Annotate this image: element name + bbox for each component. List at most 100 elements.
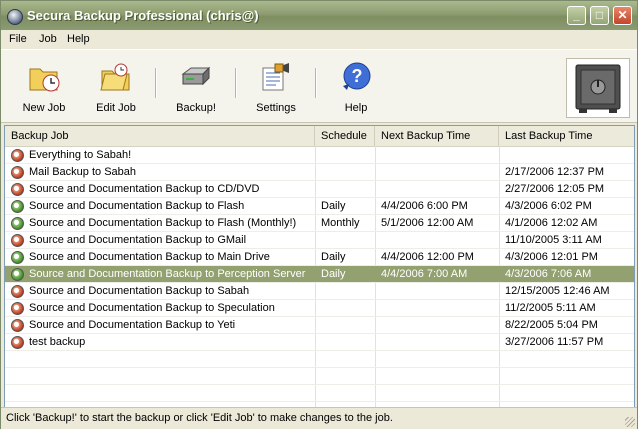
cell-schedule <box>321 317 373 334</box>
grid-line <box>5 299 634 300</box>
cell-last: 2/27/2006 12:05 PM <box>505 183 605 195</box>
minimize-button[interactable]: _ <box>567 6 586 25</box>
cell-schedule <box>321 283 373 300</box>
settings-button[interactable]: Settings <box>247 54 305 118</box>
job-status-icon <box>11 336 24 349</box>
table-row[interactable]: Mail Backup to Sabah 2/17/2006 12:37 PM <box>5 164 634 181</box>
table-row[interactable]: Source and Documentation Backup to Perce… <box>5 266 634 283</box>
title-bar[interactable]: Secura Backup Professional (chris@) _ □ … <box>1 1 637 30</box>
cell-job: Source and Documentation Backup to Yeti <box>29 319 236 331</box>
grid-line <box>5 214 634 215</box>
cell-schedule <box>321 147 373 164</box>
window-title: Secura Backup Professional (chris@) <box>27 8 259 23</box>
maximize-button[interactable]: □ <box>590 6 609 25</box>
grid-line <box>5 180 634 181</box>
table-row[interactable]: Source and Documentation Backup to GMail… <box>5 232 634 249</box>
close-button[interactable]: ✕ <box>613 6 632 25</box>
grid-line <box>5 401 634 402</box>
grid-line <box>5 197 634 198</box>
cell-job: Source and Documentation Backup to Sabah <box>29 285 250 297</box>
backup-job-list[interactable]: Backup Job Schedule Next Backup Time Las… <box>4 125 635 408</box>
cell-job: Everything to Sabah! <box>29 149 132 161</box>
cell-schedule: Daily <box>321 268 346 280</box>
help-button[interactable]: ? Help <box>327 54 385 118</box>
toolbar-separator <box>155 68 157 98</box>
cell-schedule <box>321 334 373 351</box>
table-row[interactable]: Source and Documentation Backup to Flash… <box>5 215 634 232</box>
cell-schedule <box>321 232 373 249</box>
table-row[interactable]: Source and Documentation Backup to Sabah… <box>5 283 634 300</box>
new-job-button[interactable]: New Job <box>15 54 73 118</box>
cell-next: 4/4/2006 12:00 PM <box>381 251 474 263</box>
app-icon[interactable] <box>7 9 23 25</box>
job-status-icon <box>11 319 24 332</box>
cell-next <box>381 232 497 249</box>
cell-schedule: Monthly <box>321 217 360 229</box>
cell-next <box>381 181 497 198</box>
cell-next <box>381 300 497 317</box>
edit-job-label: Edit Job <box>96 102 136 114</box>
cell-next <box>381 164 497 181</box>
cell-last: 4/1/2006 12:02 AM <box>505 217 598 229</box>
cell-last <box>505 147 632 164</box>
list-header: Backup Job Schedule Next Backup Time Las… <box>5 126 634 147</box>
new-job-label: New Job <box>22 102 66 114</box>
settings-icon <box>262 63 289 91</box>
job-status-icon <box>11 183 24 196</box>
job-status-icon <box>11 166 24 179</box>
drive-icon <box>181 66 211 86</box>
cell-next <box>381 334 497 351</box>
cell-next: 4/4/2006 7:00 AM <box>381 268 468 280</box>
svg-text:?: ? <box>352 66 363 86</box>
cell-schedule <box>321 164 373 181</box>
column-header-last[interactable]: Last Backup Time <box>499 126 634 146</box>
status-bar: Click 'Backup!' to start the backup or c… <box>1 407 637 429</box>
column-header-job[interactable]: Backup Job <box>5 126 315 146</box>
grid-line <box>5 316 634 317</box>
column-header-schedule[interactable]: Schedule <box>315 126 375 146</box>
job-status-icon <box>11 302 24 315</box>
cell-job: Source and Documentation Backup to CD/DV… <box>29 183 260 195</box>
toolbar-separator <box>315 68 317 98</box>
cell-next: 4/4/2006 6:00 PM <box>381 200 468 212</box>
job-status-icon <box>11 234 24 247</box>
table-row[interactable]: Source and Documentation Backup to Main … <box>5 249 634 266</box>
edit-job-icon <box>100 63 130 91</box>
cell-job: Source and Documentation Backup to Flash… <box>29 217 297 229</box>
cell-last: 3/27/2006 11:57 PM <box>505 336 604 348</box>
resize-grip[interactable] <box>625 417 635 427</box>
table-row[interactable]: Everything to Sabah! <box>5 147 634 164</box>
table-row[interactable]: Source and Documentation Backup to CD/DV… <box>5 181 634 198</box>
table-row[interactable]: Source and Documentation Backup to Flash… <box>5 198 634 215</box>
cell-job: Source and Documentation Backup to Perce… <box>29 268 306 280</box>
backup-label: Backup! <box>176 102 216 114</box>
job-status-icon <box>11 217 24 230</box>
menu-file[interactable]: File <box>9 33 27 45</box>
column-header-next[interactable]: Next Backup Time <box>375 126 499 146</box>
cell-last: 11/2/2005 5:11 AM <box>505 302 596 314</box>
cell-schedule: Daily <box>321 200 346 212</box>
grid-line <box>5 265 634 266</box>
job-status-icon <box>11 285 24 298</box>
help-label: Help <box>344 102 368 114</box>
cell-job: Mail Backup to Sabah <box>29 166 137 178</box>
new-job-icon <box>29 68 60 92</box>
table-row[interactable]: test backup 3/27/2006 11:57 PM <box>5 334 634 351</box>
menu-help[interactable]: Help <box>67 33 90 45</box>
cell-next: 5/1/2006 12:00 AM <box>381 217 474 229</box>
app-window: Secura Backup Professional (chris@) _ □ … <box>0 0 638 429</box>
cell-job: Source and Documentation Backup to Flash <box>29 200 245 212</box>
grid-line <box>5 282 634 283</box>
table-row[interactable]: Source and Documentation Backup to Yeti 8… <box>5 317 634 334</box>
backup-button[interactable]: Backup! <box>167 54 225 118</box>
cell-last: 2/17/2006 12:37 PM <box>505 166 605 178</box>
cell-last: 4/3/2006 7:06 AM <box>505 268 592 280</box>
cell-job: Source and Documentation Backup to Main … <box>29 251 270 263</box>
cell-last: 11/10/2005 3:11 AM <box>505 234 602 246</box>
edit-job-button[interactable]: Edit Job <box>87 54 145 118</box>
cell-job: Source and Documentation Backup to Specu… <box>29 302 275 314</box>
cell-schedule <box>321 181 373 198</box>
cell-schedule: Daily <box>321 251 346 263</box>
menu-job[interactable]: Job <box>39 33 57 45</box>
table-row[interactable]: Source and Documentation Backup to Specu… <box>5 300 634 317</box>
